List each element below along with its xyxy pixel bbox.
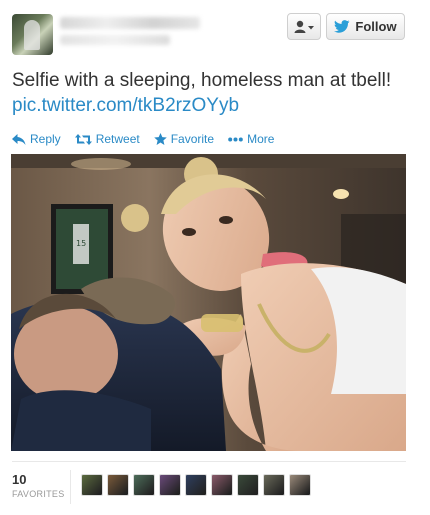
favoriter-avatar[interactable] <box>81 474 103 496</box>
favoriter-avatar[interactable] <box>107 474 129 496</box>
tweet-card: Follow Selfie with a sleeping, homeless … <box>0 0 430 515</box>
follow-label: Follow <box>355 19 397 34</box>
favoriter-avatar[interactable] <box>185 474 207 496</box>
favoriter-avatar[interactable] <box>133 474 155 496</box>
twitter-bird-icon <box>334 20 350 33</box>
user-dropdown-icon <box>294 20 314 33</box>
tweet-actions: Reply Retweet Favorite More <box>12 132 274 146</box>
favorites-label: FAVORITES <box>12 489 65 499</box>
favoriter-avatar[interactable] <box>263 474 285 496</box>
favoriter-avatar[interactable] <box>289 474 311 496</box>
follow-button[interactable]: Follow <box>326 13 405 40</box>
retweet-button[interactable]: Retweet <box>74 132 140 146</box>
reply-icon <box>12 133 26 145</box>
svg-text:15: 15 <box>76 239 86 248</box>
retweet-icon <box>74 133 92 145</box>
user-actions-dropdown[interactable] <box>287 13 321 40</box>
tweet-media-link[interactable]: pic.twitter.com/tkB2rzOYyb <box>12 95 239 116</box>
author-avatar[interactable] <box>12 14 53 55</box>
photo-illustration: 15 <box>11 154 406 451</box>
more-button[interactable]: More <box>228 132 274 146</box>
retweet-label: Retweet <box>95 132 140 146</box>
favoriter-avatar[interactable] <box>237 474 259 496</box>
reply-button[interactable]: Reply <box>12 132 61 146</box>
tweet-text: Selfie with a sleeping, homeless man at … <box>12 68 412 118</box>
stats-separator <box>12 461 406 462</box>
more-label: More <box>247 132 275 146</box>
tweet-body: Selfie with a sleeping, homeless man at … <box>12 70 392 91</box>
author-handle-redacted <box>60 35 170 45</box>
favorite-label: Favorite <box>170 132 215 146</box>
favorites-count[interactable]: 10 <box>12 472 26 487</box>
star-icon <box>153 133 167 145</box>
author-name-redacted[interactable] <box>60 17 200 29</box>
avatar-figure <box>24 20 40 50</box>
reply-label: Reply <box>30 132 61 146</box>
favorite-button[interactable]: Favorite <box>153 132 215 146</box>
tweet-photo[interactable]: 15 <box>11 154 406 451</box>
favoriter-avatar[interactable] <box>211 474 233 496</box>
more-dots-icon <box>228 137 243 141</box>
favoriter-avatar[interactable] <box>159 474 181 496</box>
stats-divider <box>70 470 71 504</box>
favoriters-avatar-list <box>81 474 311 496</box>
